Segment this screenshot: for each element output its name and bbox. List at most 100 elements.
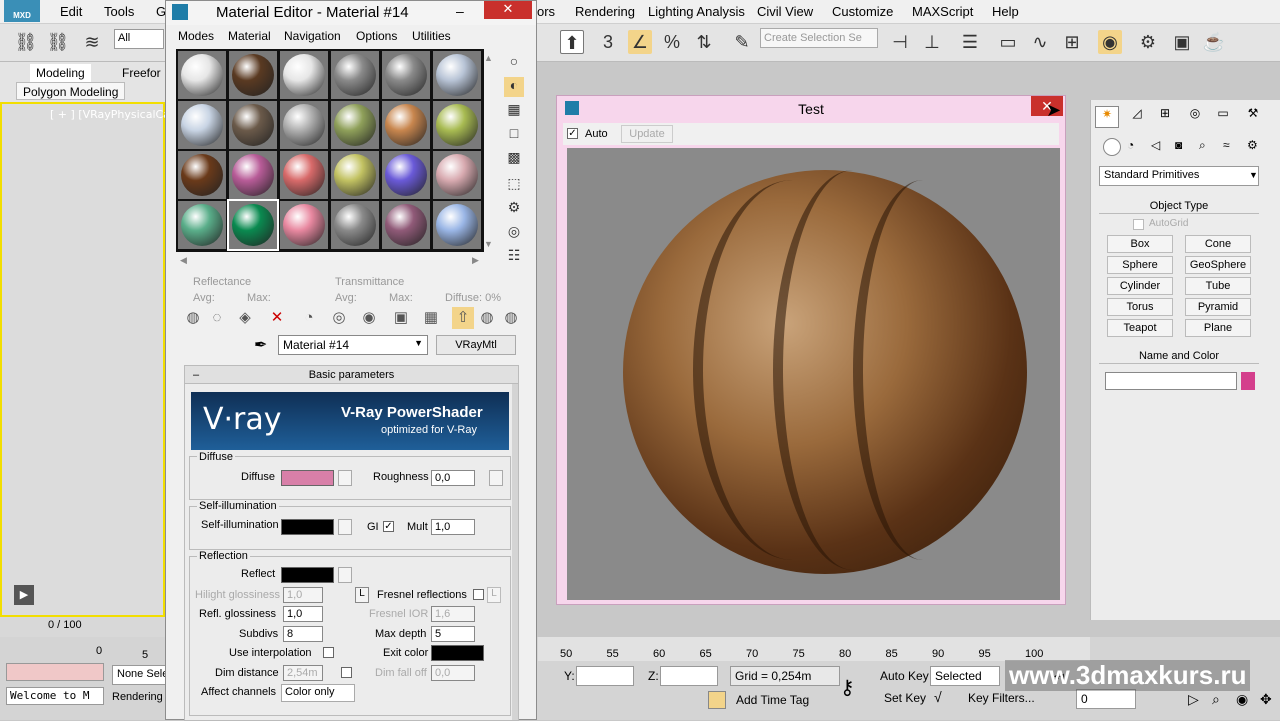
place-icon[interactable]: ⬆ [560, 30, 584, 54]
options-icon[interactable]: ⚙ [504, 199, 524, 219]
make-unique-icon[interactable]: ◔ [298, 307, 320, 329]
sample-slot[interactable] [433, 201, 481, 249]
sample-slot[interactable] [331, 101, 379, 149]
sample-slot[interactable] [227, 199, 279, 251]
viewport-play-icon[interactable]: ▶ [14, 585, 34, 605]
orbit-icon[interactable]: ◉ [1236, 691, 1248, 708]
affect-channels-dropdown[interactable]: Color only [281, 684, 355, 702]
close-icon[interactable]: ✕ [484, 1, 532, 19]
lights-icon[interactable]: ◁ [1151, 138, 1160, 152]
hilight-glossiness-spinner[interactable]: 1,0 [283, 587, 323, 603]
assign-to-selection-icon[interactable]: ◈ [234, 307, 256, 329]
plane-button[interactable]: Plane [1185, 319, 1251, 337]
sample-type-icon[interactable]: ○ [504, 53, 524, 73]
fresnel-ior-spinner[interactable]: 1,6 [431, 606, 475, 622]
test-titlebar[interactable]: Test [557, 96, 1065, 122]
self-illumination-color-swatch[interactable] [281, 519, 334, 535]
render-production-icon[interactable]: ☕ [1202, 30, 1226, 54]
make-preview-icon[interactable]: ⬚ [504, 175, 524, 195]
align-icon[interactable]: ⊥ [920, 30, 944, 54]
maximize-viewport-icon[interactable]: ✥ [1260, 691, 1272, 708]
use-interpolation-checkbox[interactable] [323, 647, 334, 658]
sample-slot[interactable] [433, 101, 481, 149]
update-button[interactable]: Update [621, 125, 673, 143]
background-icon[interactable]: ▦ [504, 101, 524, 121]
tab-modeling[interactable]: Modeling [30, 64, 91, 82]
put-to-scene-icon[interactable]: ◌ [206, 307, 228, 329]
selection-filter[interactable]: All [114, 29, 164, 49]
edit-named-sets-icon[interactable]: ✎ [730, 30, 754, 54]
tube-button[interactable]: Tube [1185, 277, 1251, 295]
toggle-ribbon-icon[interactable]: ▭ [996, 30, 1020, 54]
video-color-check-icon[interactable]: ▩ [504, 149, 524, 169]
geosphere-button[interactable]: GeoSphere [1185, 256, 1251, 274]
maxscript-listener[interactable]: Welcome to M [6, 687, 104, 705]
sample-slot[interactable] [280, 151, 328, 199]
minimize-icon[interactable]: – [456, 3, 464, 19]
object-name-input[interactable] [1105, 372, 1237, 390]
time-tag-icon[interactable] [708, 691, 726, 709]
sample-slot[interactable] [178, 151, 226, 199]
self-illumination-map-button[interactable] [338, 519, 352, 535]
mult-spinner[interactable]: 1,0 [431, 519, 475, 535]
perspective-viewport[interactable] [0, 102, 165, 617]
sample-uv-tiling-icon[interactable]: □ [504, 125, 524, 145]
spacewarps-icon[interactable]: ≈ [1223, 138, 1230, 152]
fresnel-reflections-checkbox[interactable] [473, 589, 484, 600]
scroll-up-icon[interactable]: ▲ [484, 53, 493, 63]
auto-key-button[interactable]: Auto Key [880, 669, 929, 683]
sample-slot[interactable] [178, 101, 226, 149]
torus-button[interactable]: Torus [1107, 298, 1173, 316]
sample-slot[interactable] [382, 51, 430, 99]
key-filters-button[interactable]: Key Filters... [968, 691, 1035, 705]
sample-slot[interactable] [331, 51, 379, 99]
menu-rendering[interactable]: Rendering [575, 4, 635, 19]
set-key-button[interactable]: Set Key [884, 691, 926, 705]
app-logo[interactable]: MXD [4, 0, 40, 22]
put-to-library-icon[interactable]: ◎ [328, 307, 350, 329]
sample-slot[interactable] [178, 201, 226, 249]
menu-utilities[interactable]: Utilities [412, 29, 451, 43]
gi-checkbox[interactable]: ✓ [383, 521, 394, 532]
refl-glossiness-spinner[interactable]: 1,0 [283, 606, 323, 622]
menu-tools[interactable]: Tools [104, 4, 134, 19]
menu-material[interactable]: Material [228, 29, 271, 43]
material-type-button[interactable]: VRayMtl [436, 335, 516, 355]
rollout-title[interactable]: – Basic parameters [185, 366, 518, 384]
material-id-icon[interactable]: ◉ [358, 307, 380, 329]
angle-snap-icon[interactable]: ∠ [628, 30, 652, 54]
menu-civil-view[interactable]: Civil View [757, 4, 813, 19]
roughness-map-button[interactable] [489, 470, 503, 486]
sample-slot[interactable] [331, 151, 379, 199]
play-icon[interactable]: ▷ [1188, 691, 1199, 708]
selected-dropdown[interactable]: Selected [930, 666, 1000, 686]
key-mode-icon[interactable]: √ [934, 689, 942, 705]
hilight-lock-button[interactable]: L [355, 587, 369, 603]
max-depth-spinner[interactable]: 5 [431, 626, 475, 642]
sample-slot[interactable] [382, 201, 430, 249]
scroll-right-icon[interactable]: ▶ [472, 255, 479, 266]
rendered-frame-window-icon[interactable]: ▣ [1170, 30, 1194, 54]
sample-slot[interactable] [433, 51, 481, 99]
motion-tab-icon[interactable]: ◎ [1183, 106, 1207, 128]
menu-help[interactable]: Help [992, 4, 1019, 19]
menu-navigation[interactable]: Navigation [284, 29, 341, 43]
show-map-icon[interactable]: ▣ [390, 307, 412, 329]
pick-material-icon[interactable]: ◍ [500, 307, 522, 329]
named-selection-set-dropdown[interactable]: Create Selection Se [760, 28, 878, 48]
pyramid-button[interactable]: Pyramid [1185, 298, 1251, 316]
dim-distance-spinner[interactable]: 2,54m [283, 665, 323, 681]
cone-button[interactable]: Cone [1185, 235, 1251, 253]
reflect-color-swatch[interactable] [281, 567, 334, 583]
roughness-spinner[interactable]: 0,0 [431, 470, 475, 486]
scroll-left-icon[interactable]: ◀ [180, 255, 187, 266]
diffuse-map-button[interactable] [338, 470, 352, 486]
mirror-icon[interactable]: ⊣ [888, 30, 912, 54]
render-setup-icon[interactable]: ⚙ [1136, 30, 1160, 54]
eyedropper-icon[interactable]: ✒ [254, 335, 267, 355]
schematic-view-icon[interactable]: ⊞ [1060, 30, 1084, 54]
sample-slot[interactable] [229, 51, 277, 99]
track-bar[interactable]: 50 55 60 65 70 75 80 85 90 95 100 [538, 637, 1090, 661]
time-slider[interactable]: 0 / 100 [0, 617, 165, 637]
box-button[interactable]: Box [1107, 235, 1173, 253]
